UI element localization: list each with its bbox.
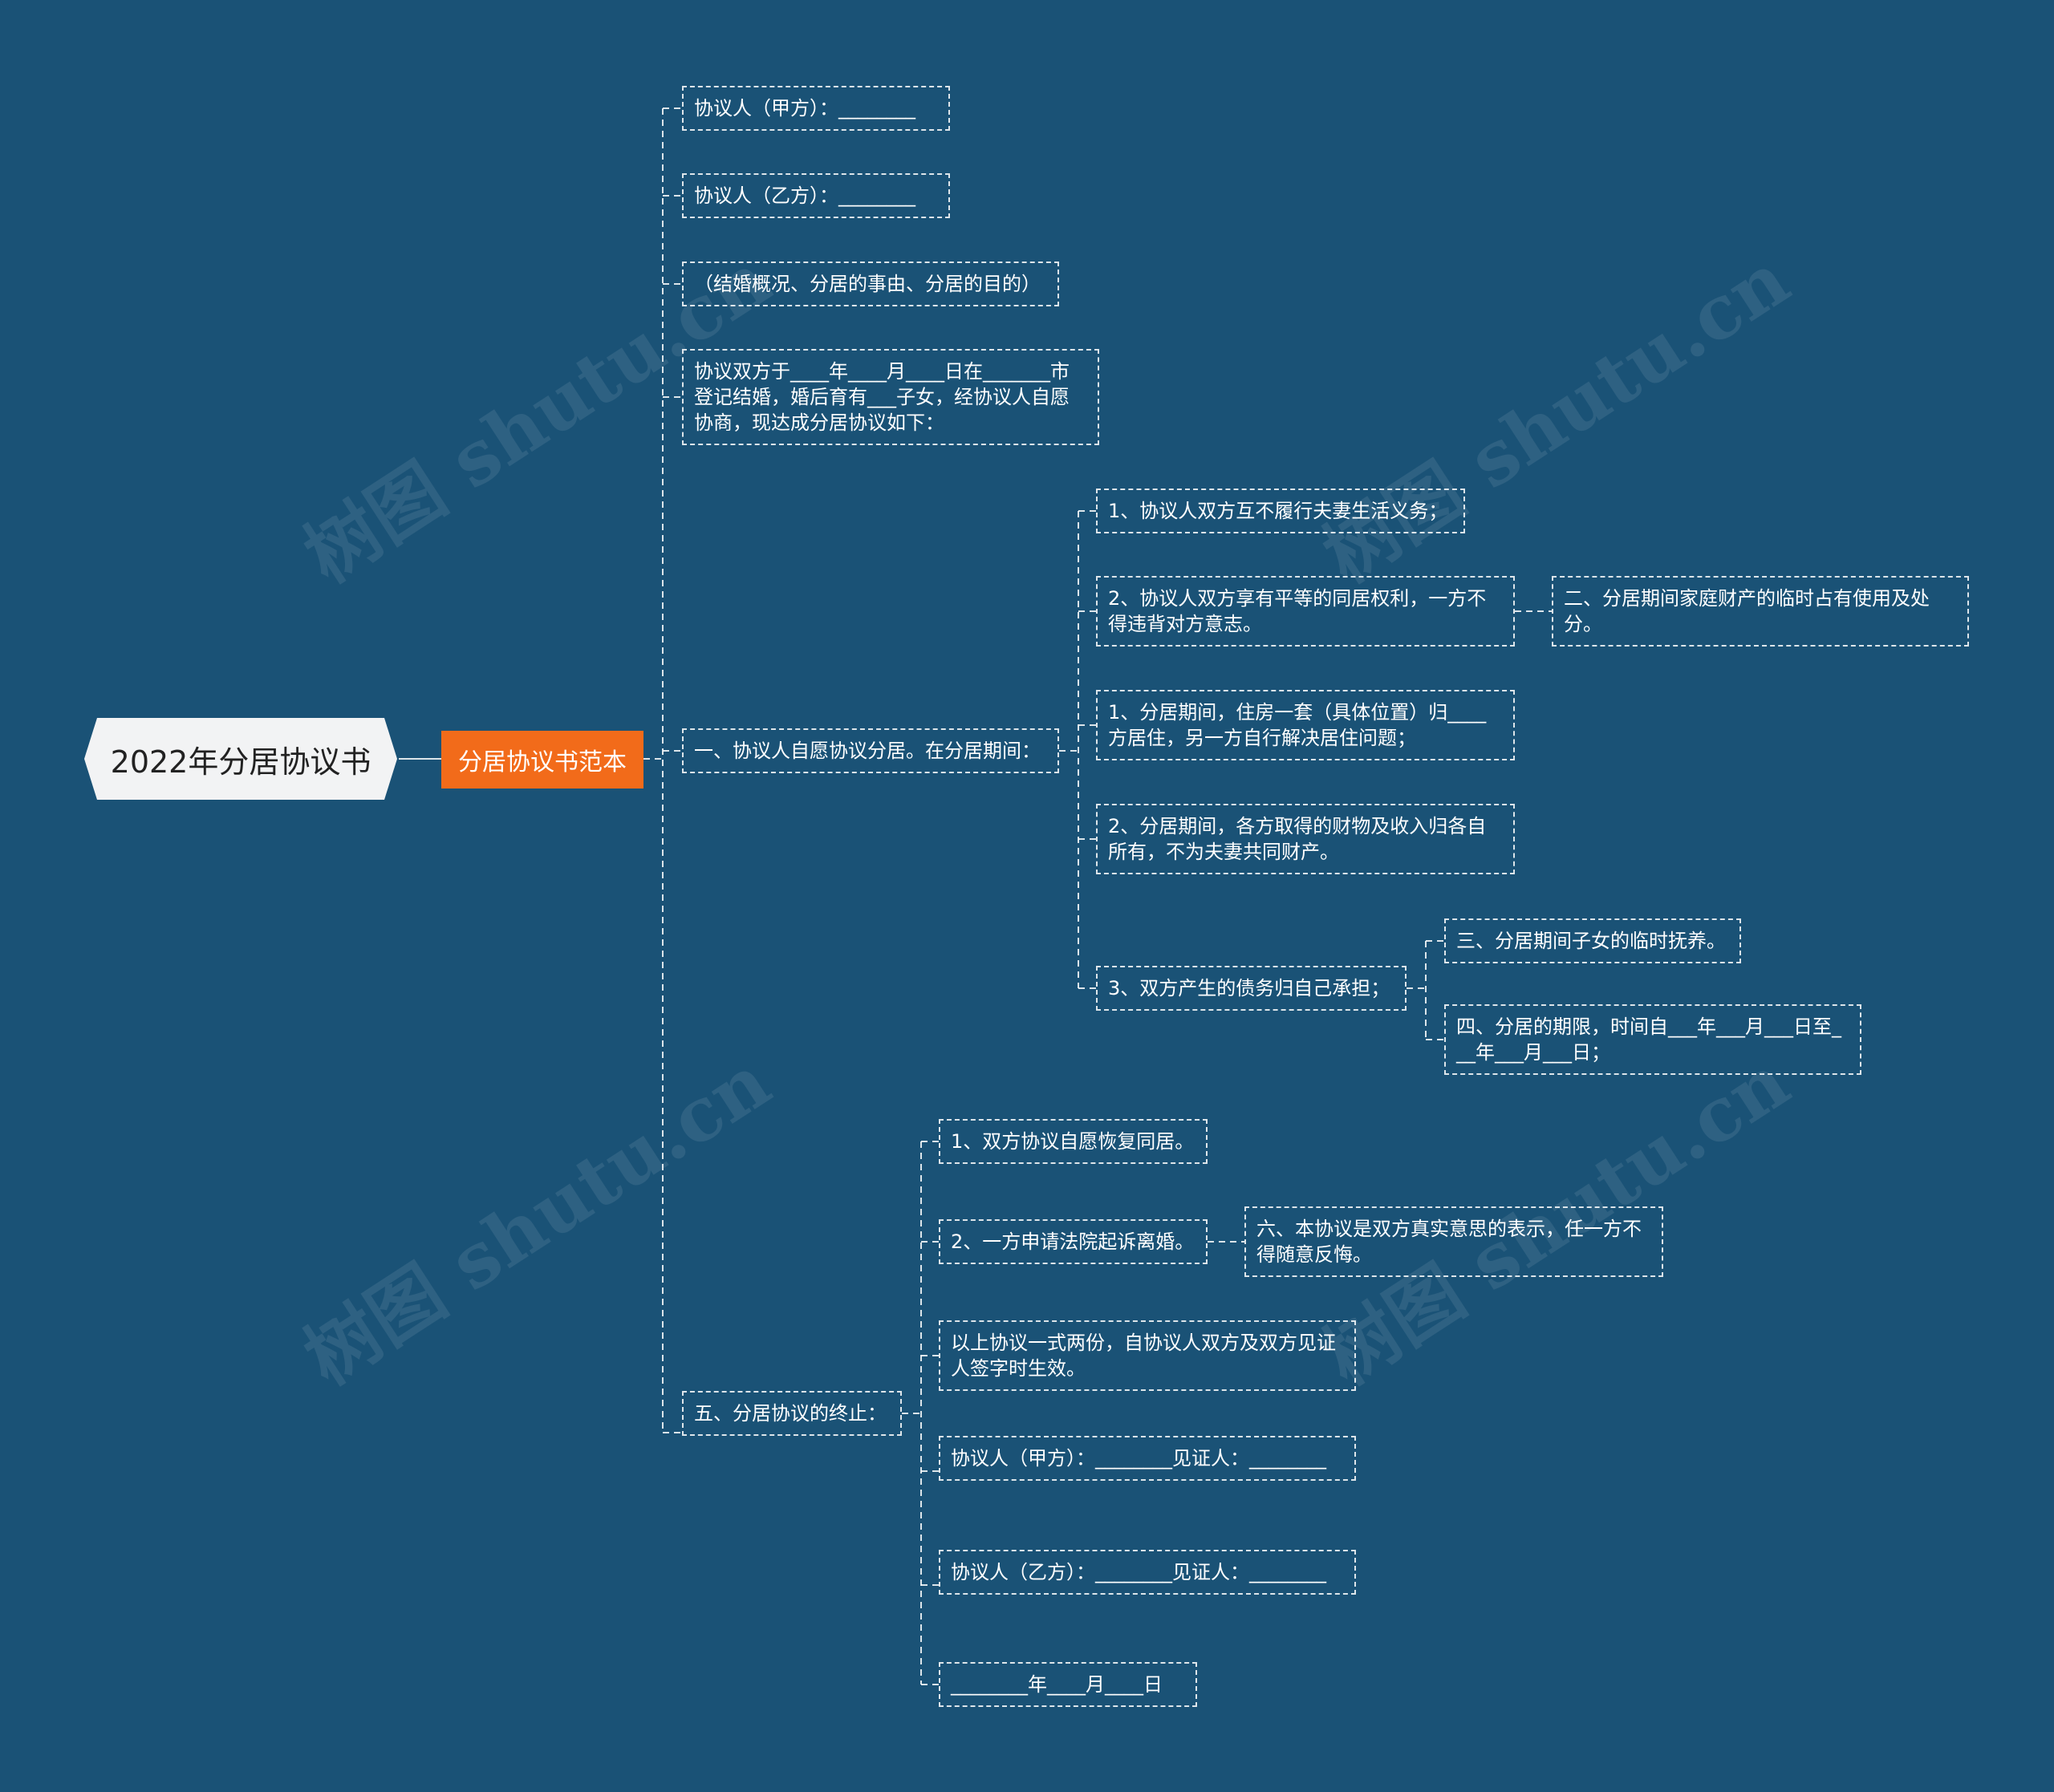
node-debts[interactable]: 3、双方产生的债务归自己承担； xyxy=(1096,966,1407,1011)
node-5-2[interactable]: 2、一方申请法院起诉离婚。 xyxy=(939,1219,1208,1264)
root-topic[interactable]: 2022年分居协议书 xyxy=(84,718,397,800)
node-section-4[interactable]: 四、分居的期限，时间自___年___月___日至___年___月___日； xyxy=(1444,1004,1861,1075)
node-marriage-overview[interactable]: （结婚概况、分居的事由、分居的目的） xyxy=(682,262,1059,306)
node-signature-a[interactable]: 协议人（甲方）：________见证人：________ xyxy=(939,1436,1356,1481)
node-5-1[interactable]: 1、双方协议自愿恢复同居。 xyxy=(939,1119,1208,1164)
node-effective-clause[interactable]: 以上协议一式两份，自协议人双方及双方见证人签字时生效。 xyxy=(939,1320,1356,1391)
node-section-6[interactable]: 六、本协议是双方真实意思的表示，任一方不得随意反悔。 xyxy=(1244,1206,1663,1277)
node-section-5[interactable]: 五、分居协议的终止： xyxy=(682,1391,902,1436)
node-agreement-intro[interactable]: 协议双方于____年____月____日在_______市登记结婚，婚后育有__… xyxy=(682,349,1099,445)
node-1-1[interactable]: 1、协议人双方互不履行夫妻生活义务； xyxy=(1096,489,1465,533)
node-2-1[interactable]: 1、分居期间，住房一套（具体位置）归____方居住，另一方自行解决居住问题； xyxy=(1096,690,1515,760)
node-party-b[interactable]: 协议人（乙方）：________ xyxy=(682,173,950,218)
node-date[interactable]: ________年____月____日 xyxy=(939,1662,1197,1707)
node-1-2[interactable]: 2、协议人双方享有平等的同居权利，一方不得违背对方意志。 xyxy=(1096,576,1515,647)
mind-map-canvas: 树图 shutu.cn 树图 shutu.cn 树图 shutu.cn 树图 s… xyxy=(0,0,2054,1792)
node-signature-b[interactable]: 协议人（乙方）：________见证人：________ xyxy=(939,1550,1356,1595)
node-section-1[interactable]: 一、协议人自愿协议分居。在分居期间： xyxy=(682,728,1059,773)
node-section-3[interactable]: 三、分居期间子女的临时抚养。 xyxy=(1444,918,1741,963)
node-section-2[interactable]: 二、分居期间家庭财产的临时占有使用及处分。 xyxy=(1552,576,1969,647)
node-2-2[interactable]: 2、分居期间，各方取得的财物及收入归各自所有，不为夫妻共同财产。 xyxy=(1096,804,1515,874)
node-party-a[interactable]: 协议人（甲方）：________ xyxy=(682,86,950,131)
main-topic[interactable]: 分居协议书范本 xyxy=(441,731,643,789)
